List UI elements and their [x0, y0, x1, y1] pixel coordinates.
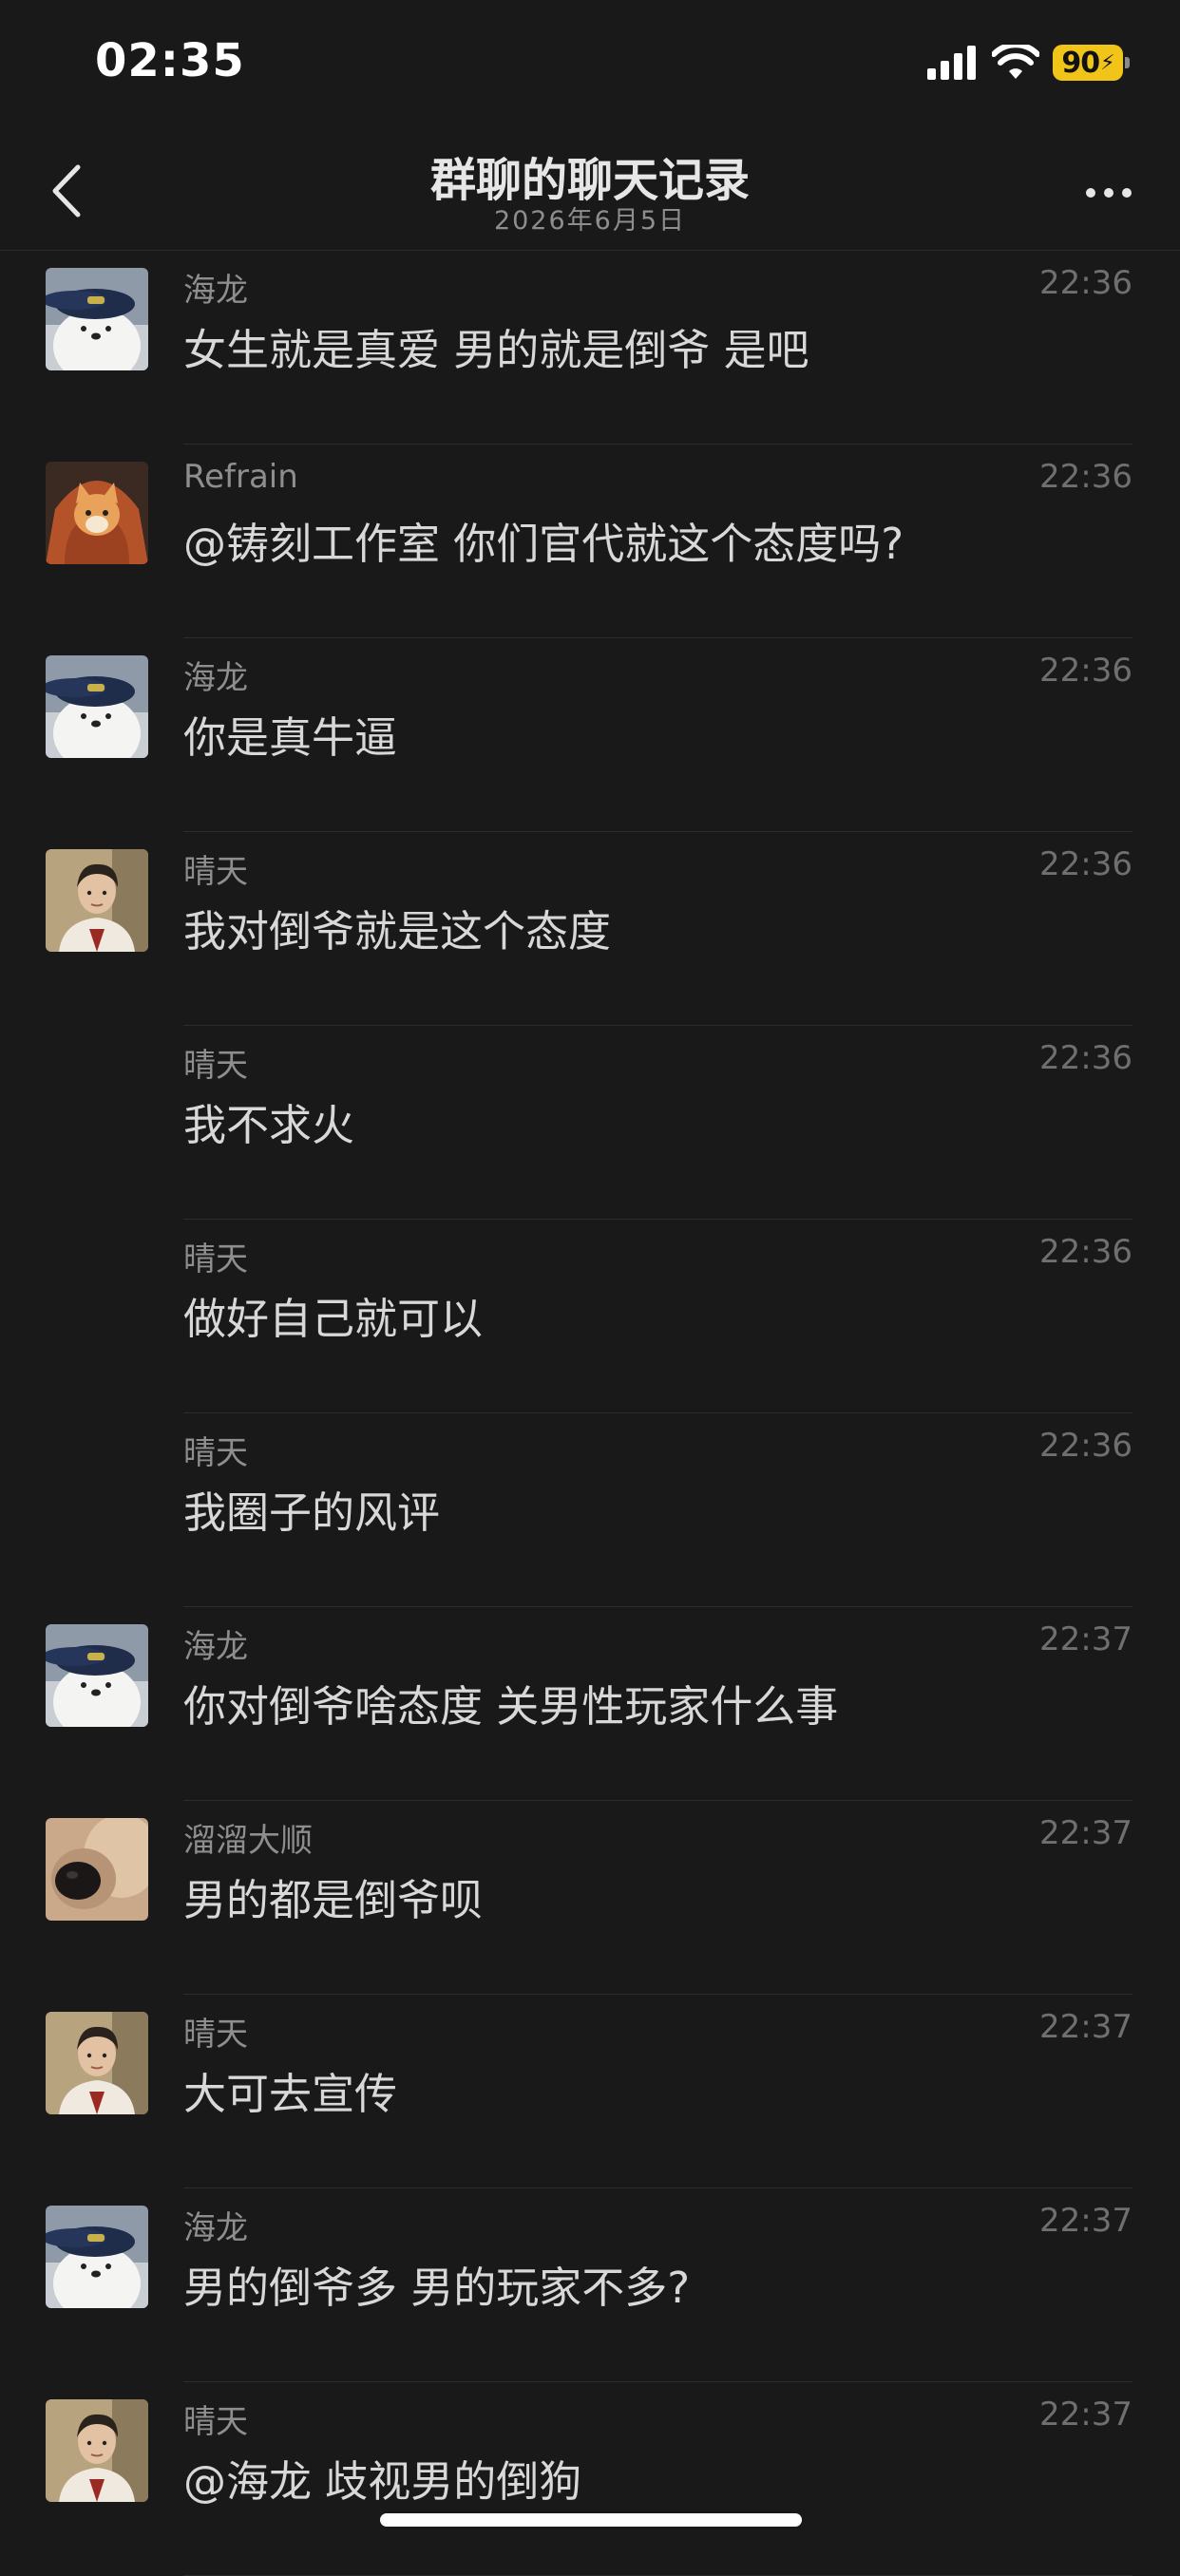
message-text[interactable]: 你是真牛逼 [183, 703, 397, 765]
message-text[interactable]: 你对倒爷啥态度 关男性玩家什么事 [183, 1672, 838, 1733]
message-row[interactable]: 海龙 22:36 女生就是真爱 男的就是倒爷 是吧 [0, 251, 1180, 445]
message-row[interactable]: Refrain 22:36 @铸刻工作室 你们官代就这个态度吗? [0, 445, 1180, 638]
avatar[interactable] [46, 2206, 148, 2308]
message-list[interactable]: 海龙 22:36 女生就是真爱 男的就是倒爷 是吧 Refrain 22:36 @铸刻工… [0, 251, 1180, 2576]
more-dots-icon [1086, 188, 1095, 198]
sender-name: 海龙 [183, 2209, 248, 2247]
avatar[interactable] [46, 462, 148, 564]
page-subtitle: 2026年6月5日 [493, 206, 687, 236]
message-time: 22:37 [1039, 2008, 1132, 2046]
message-text[interactable]: 男的都是倒爷呗 [183, 1866, 483, 1927]
message-text[interactable]: 做好自己就可以 [183, 1284, 483, 1346]
charging-bolt-icon: ⚡ [1100, 50, 1114, 75]
status-time: 02:35 [95, 34, 245, 87]
message-time: 22:37 [1039, 1814, 1132, 1852]
sender-name: Refrain [183, 458, 298, 496]
message-time: 22:36 [1039, 1039, 1132, 1077]
sender-name: 晴天 [183, 1047, 248, 1085]
home-indicator[interactable] [380, 2513, 802, 2527]
sender-name: 海龙 [183, 272, 248, 310]
message-row[interactable]: 海龙 22:37 男的倒爷多 男的玩家不多? [0, 2188, 1180, 2382]
message-time: 22:36 [1039, 264, 1132, 302]
message-text[interactable]: 大可去宣传 [183, 2059, 397, 2121]
message-text[interactable]: 我对倒爷就是这个态度 [183, 897, 611, 958]
avatar[interactable] [46, 1818, 148, 1921]
wifi-icon [992, 45, 1039, 79]
message-time: 22:36 [1039, 458, 1132, 496]
nav-bar: 群聊的聊天记录 2026年6月5日 [0, 131, 1180, 251]
message-time: 22:36 [1039, 1427, 1132, 1465]
more-button[interactable] [1075, 169, 1142, 217]
sender-name: 晴天 [183, 1434, 248, 1472]
message-text[interactable]: 男的倒爷多 男的玩家不多? [183, 2253, 690, 2315]
message-row[interactable]: 晴天 22:37 @海龙 歧视男的倒狗 [0, 2382, 1180, 2576]
message-row[interactable]: 晴天 22:36 我对倒爷就是这个态度 [0, 832, 1180, 1026]
message-row[interactable]: 海龙 22:36 你是真牛逼 [0, 638, 1180, 832]
sender-name: 溜溜大顺 [183, 1822, 313, 1860]
message-time: 22:37 [1039, 1620, 1132, 1658]
message-time: 22:37 [1039, 2396, 1132, 2434]
status-bar: 02:35 90 ⚡ [0, 0, 1180, 131]
sender-name: 晴天 [183, 1241, 248, 1279]
message-time: 22:36 [1039, 652, 1132, 690]
avatar[interactable] [46, 849, 148, 952]
sender-name: 晴天 [183, 2016, 248, 2054]
avatar[interactable] [46, 2399, 148, 2502]
message-row[interactable]: 海龙 22:37 你对倒爷啥态度 关男性玩家什么事 [0, 1607, 1180, 1801]
message-text[interactable]: 我不求火 [183, 1090, 354, 1152]
message-text[interactable]: @海龙 歧视男的倒狗 [183, 2447, 581, 2509]
message-row[interactable]: 晴天 22:36 我圈子的风评 [0, 1413, 1180, 1607]
sender-name: 海龙 [183, 659, 248, 697]
message-time: 22:37 [1039, 2202, 1132, 2240]
message-time: 22:36 [1039, 1233, 1132, 1271]
battery-icon: 90 ⚡ [1053, 45, 1130, 81]
more-dot [1122, 188, 1132, 198]
avatar[interactable] [46, 655, 148, 758]
status-icons: 90 ⚡ [927, 42, 1130, 84]
message-time: 22:36 [1039, 845, 1132, 883]
message-text[interactable]: @铸刻工作室 你们官代就这个态度吗? [183, 509, 904, 571]
more-dot [1104, 188, 1113, 198]
avatar[interactable] [46, 2012, 148, 2114]
message-text[interactable]: 女生就是真爱 男的就是倒爷 是吧 [183, 315, 809, 377]
sender-name: 海龙 [183, 1628, 248, 1666]
avatar[interactable] [46, 1624, 148, 1727]
message-row[interactable]: 晴天 22:36 做好自己就可以 [0, 1220, 1180, 1413]
signal-icon [927, 46, 976, 80]
avatar[interactable] [46, 268, 148, 370]
message-row[interactable]: 溜溜大顺 22:37 男的都是倒爷呗 [0, 1801, 1180, 1995]
battery-level: 90 [1061, 46, 1100, 80]
message-text[interactable]: 我圈子的风评 [183, 1478, 440, 1540]
sender-name: 晴天 [183, 853, 248, 891]
sender-name: 晴天 [183, 2403, 248, 2441]
message-row[interactable]: 晴天 22:37 大可去宣传 [0, 1995, 1180, 2188]
message-row[interactable]: 晴天 22:36 我不求火 [0, 1026, 1180, 1220]
